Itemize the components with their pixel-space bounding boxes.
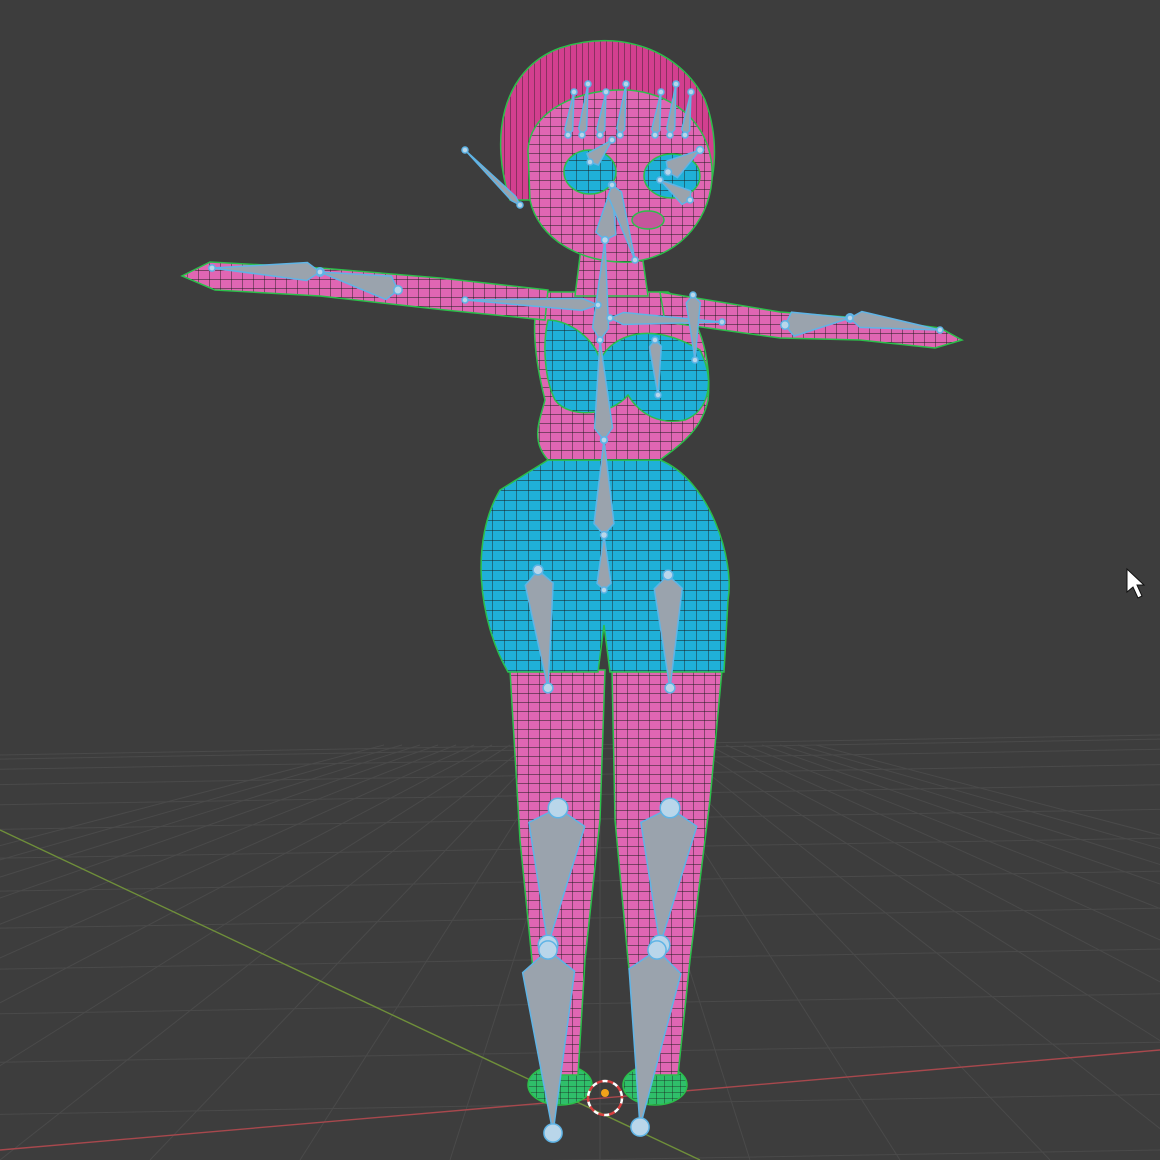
bone-joint[interactable] xyxy=(651,131,659,139)
bone-joint[interactable] xyxy=(936,326,944,334)
bone-joint[interactable] xyxy=(608,181,616,189)
bone-joint[interactable] xyxy=(564,131,572,139)
bone-joint[interactable] xyxy=(616,131,624,139)
bone-joint[interactable] xyxy=(596,336,604,344)
bone-joint[interactable] xyxy=(664,682,676,694)
grid-line xyxy=(0,744,493,1004)
bone-joint[interactable] xyxy=(672,80,680,88)
bone-joint[interactable] xyxy=(608,136,616,144)
bone-joint[interactable] xyxy=(654,391,662,399)
bone-joint[interactable] xyxy=(596,131,604,139)
mouth xyxy=(631,210,665,230)
bone-joint[interactable] xyxy=(691,356,699,364)
bone-joint[interactable] xyxy=(681,131,689,139)
bone-joint[interactable] xyxy=(543,1123,563,1143)
bone-joint[interactable] xyxy=(622,80,630,88)
bone-joint[interactable] xyxy=(570,88,578,96)
3d-viewport[interactable] xyxy=(0,0,1160,1160)
grid-line xyxy=(0,744,511,1067)
bone-joint[interactable] xyxy=(586,158,594,166)
bone-joint[interactable] xyxy=(316,268,324,276)
grid-line xyxy=(550,1149,1160,1160)
bone-joint[interactable] xyxy=(656,176,664,184)
grid-line xyxy=(0,744,475,959)
bone-joint[interactable] xyxy=(600,436,608,444)
bone-joint[interactable] xyxy=(630,1117,650,1137)
bone-joint[interactable] xyxy=(516,201,524,209)
viewport-scene[interactable] xyxy=(0,0,1160,1160)
mouse-cursor-icon xyxy=(1126,567,1146,599)
grid-line xyxy=(0,744,403,861)
bone-joint[interactable] xyxy=(578,131,586,139)
bone-joint[interactable] xyxy=(532,564,544,576)
bone-joint[interactable] xyxy=(780,320,790,330)
bone-joint[interactable] xyxy=(538,940,558,960)
grid-line xyxy=(689,744,1160,1042)
bone-joint[interactable] xyxy=(547,797,569,819)
bone-joint[interactable] xyxy=(695,145,705,155)
bone-joint[interactable] xyxy=(686,196,694,204)
grid-line xyxy=(0,744,457,925)
bone-joint[interactable] xyxy=(631,256,639,264)
bone-joint[interactable] xyxy=(393,285,403,295)
grid-line xyxy=(0,744,529,1160)
grid-line xyxy=(0,744,385,847)
bone-joint[interactable] xyxy=(662,569,674,581)
bone-forearm-right[interactable] xyxy=(848,310,941,331)
bone-joint[interactable] xyxy=(846,314,854,322)
bone-joint[interactable] xyxy=(600,586,608,594)
bone-joint[interactable] xyxy=(461,146,469,154)
bone-joint[interactable] xyxy=(718,318,726,326)
bone-joint[interactable] xyxy=(687,88,695,96)
grid-line xyxy=(149,744,547,1160)
bone-joint[interactable] xyxy=(606,314,614,322)
bone-joint[interactable] xyxy=(584,80,592,88)
bone-joint[interactable] xyxy=(594,301,602,309)
bone-joint[interactable] xyxy=(599,530,609,540)
bone-joint[interactable] xyxy=(657,88,665,96)
bone-joint[interactable] xyxy=(600,235,610,245)
bone-joint[interactable] xyxy=(689,291,697,299)
bone-joint[interactable] xyxy=(666,131,674,139)
bone-joint[interactable] xyxy=(602,88,610,96)
bone-joint[interactable] xyxy=(663,167,673,177)
bone-joint[interactable] xyxy=(659,797,681,819)
grid-line xyxy=(671,744,1160,1130)
bone-joint[interactable] xyxy=(542,682,554,694)
bone-joint[interactable] xyxy=(461,296,469,304)
bone-joint[interactable] xyxy=(647,940,667,960)
bone-joint[interactable] xyxy=(651,336,659,344)
bone-joint[interactable] xyxy=(208,264,216,272)
